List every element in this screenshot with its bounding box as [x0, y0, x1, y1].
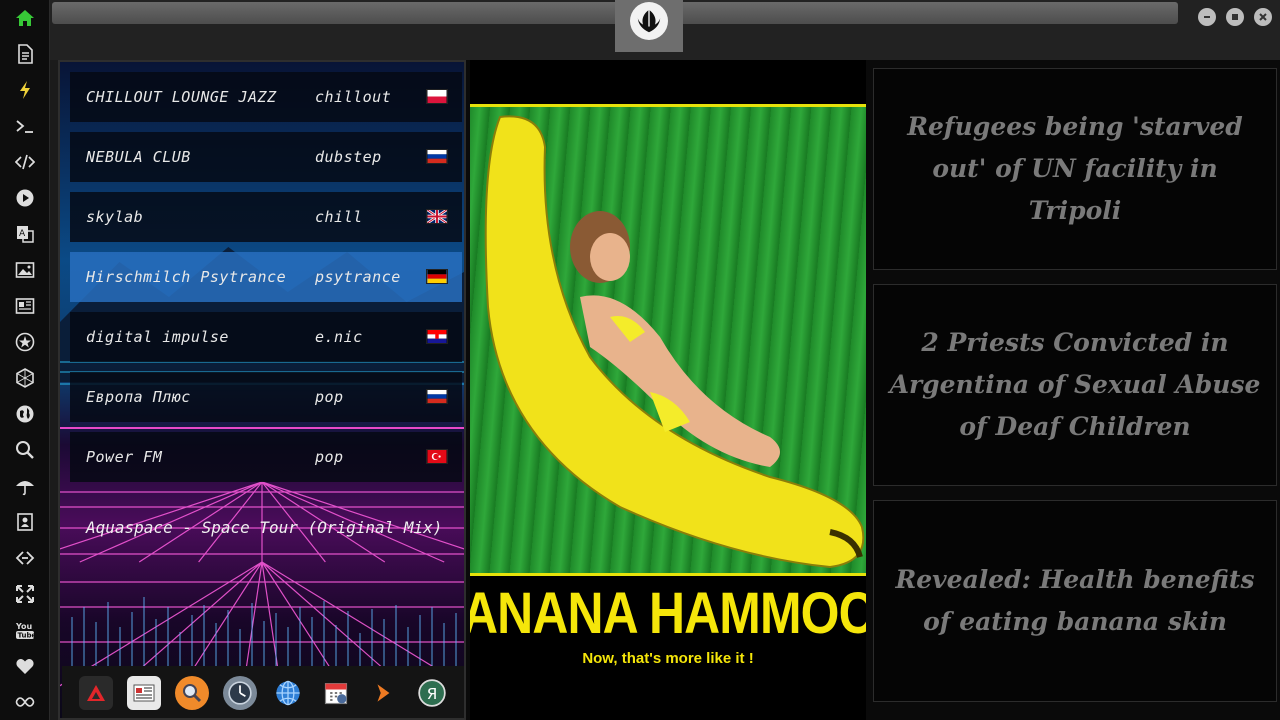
- app-sidebar: A You Tube: [0, 0, 50, 720]
- news-headline: Revealed: Health benefits of eating bana…: [895, 565, 1255, 636]
- station-name: Hirschmilch Psytrance: [86, 268, 287, 286]
- clock-app-icon[interactable]: [223, 676, 257, 710]
- search-icon[interactable]: [11, 436, 39, 464]
- news-card[interactable]: Refugees being 'starved out' of UN facil…: [873, 68, 1277, 270]
- lightning-icon[interactable]: [11, 76, 39, 104]
- svg-text:Я: Я: [427, 685, 438, 703]
- infinity-icon[interactable]: [11, 688, 39, 716]
- now-playing-title: Aquaspace - Space Tour (Original Mix): [86, 518, 443, 537]
- station-row[interactable]: Hirschmilch Psytrance psytrance: [70, 252, 462, 302]
- banner-title: ANANA HAMMOCK: [470, 581, 866, 646]
- croatia-flag-icon: [426, 329, 448, 344]
- contact-card-icon[interactable]: [11, 508, 39, 536]
- station-name: NEBULA CLUB: [86, 148, 191, 166]
- globe-app-icon[interactable]: [271, 676, 305, 710]
- station-row[interactable]: CHILLOUT LOUNGE JAZZ chillout: [70, 72, 462, 122]
- hexagon-icon[interactable]: [11, 364, 39, 392]
- image-panel: ANANA HAMMOCK Now, that's more like it !: [470, 60, 866, 720]
- station-genre: chill: [315, 208, 363, 226]
- close-icon[interactable]: [1254, 8, 1272, 26]
- image-icon[interactable]: [11, 256, 39, 284]
- station-row[interactable]: Европа Плюс pop: [70, 372, 462, 422]
- logo-tab[interactable]: [615, 0, 683, 52]
- minimize-icon[interactable]: [1198, 8, 1216, 26]
- youtube-icon[interactable]: You Tube: [11, 616, 39, 644]
- station-name: skylab: [86, 208, 144, 226]
- globe-icon[interactable]: [11, 400, 39, 428]
- arrow-app-icon[interactable]: [79, 676, 113, 710]
- calendar-app-icon[interactable]: [319, 676, 353, 710]
- settings-star-icon[interactable]: [11, 328, 39, 356]
- main-area: CHILLOUT LOUNGE JAZZ chillout NEBULA CLU…: [58, 60, 1280, 720]
- news-card[interactable]: Revealed: Health benefits of eating bana…: [873, 500, 1277, 702]
- news-headline: Refugees being 'starved out' of UN facil…: [907, 112, 1243, 225]
- news-panel: Refugees being 'starved out' of UN facil…: [870, 64, 1280, 720]
- newspaper-app-icon[interactable]: [127, 676, 161, 710]
- russia-flag-icon: [426, 149, 448, 164]
- window-titlebar: [50, 0, 1280, 60]
- uk-flag-icon: [426, 209, 448, 224]
- radio-panel: CHILLOUT LOUNGE JAZZ chillout NEBULA CLU…: [58, 60, 466, 720]
- banana-illustration: [484, 115, 865, 569]
- station-genre: dubstep: [315, 148, 382, 166]
- station-genre: pop: [315, 388, 344, 406]
- station-row[interactable]: digital impulse e.nic: [70, 312, 462, 362]
- banana-hammock-picture[interactable]: [470, 104, 866, 576]
- svg-text:You: You: [15, 622, 33, 631]
- maximize-icon[interactable]: [1226, 8, 1244, 26]
- news-icon[interactable]: [11, 292, 39, 320]
- russia-flag-icon: [426, 389, 448, 404]
- station-genre: pop: [315, 448, 344, 466]
- arrow-right-app-icon[interactable]: [367, 676, 401, 710]
- svg-text:Tube: Tube: [18, 632, 36, 640]
- station-genre: chillout: [315, 88, 392, 106]
- heart-icon[interactable]: [11, 652, 39, 680]
- station-row[interactable]: Power FM pop: [70, 432, 462, 482]
- yandex-app-icon[interactable]: Я: [415, 676, 449, 710]
- document-icon[interactable]: [11, 40, 39, 68]
- audio-visualizer: [71, 597, 457, 667]
- app-dock: Я: [62, 666, 464, 718]
- station-row[interactable]: skylab chill: [70, 192, 462, 242]
- svg-text:A: A: [19, 229, 26, 239]
- station-name: Европа Плюс: [86, 388, 191, 406]
- terminal-icon[interactable]: [11, 112, 39, 140]
- news-card[interactable]: 2 Priests Convicted in Argentina of Sexu…: [873, 284, 1277, 486]
- expand-icon[interactable]: [11, 580, 39, 608]
- translate-icon[interactable]: A: [11, 220, 39, 248]
- station-genre: e.nic: [315, 328, 363, 346]
- poland-flag-icon: [426, 89, 448, 104]
- station-row[interactable]: NEBULA CLUB dubstep: [70, 132, 462, 182]
- germany-flag-icon: [426, 269, 448, 284]
- rebel-alliance-icon: [630, 2, 668, 40]
- search-app-icon[interactable]: [175, 676, 209, 710]
- station-genre: psytrance: [315, 268, 401, 286]
- home-icon[interactable]: [11, 4, 39, 32]
- station-name: CHILLOUT LOUNGE JAZZ: [86, 88, 277, 106]
- turkey-flag-icon: [426, 449, 448, 464]
- umbrella-icon[interactable]: [11, 472, 39, 500]
- code-icon[interactable]: [11, 148, 39, 176]
- station-name: Power FM: [86, 448, 163, 466]
- news-headline: 2 Priests Convicted in Argentina of Sexu…: [889, 328, 1261, 441]
- play-icon[interactable]: [11, 184, 39, 212]
- link-icon[interactable]: [11, 544, 39, 572]
- station-name: digital impulse: [86, 328, 229, 346]
- banner-subtitle: Now, that's more like it !: [582, 650, 754, 667]
